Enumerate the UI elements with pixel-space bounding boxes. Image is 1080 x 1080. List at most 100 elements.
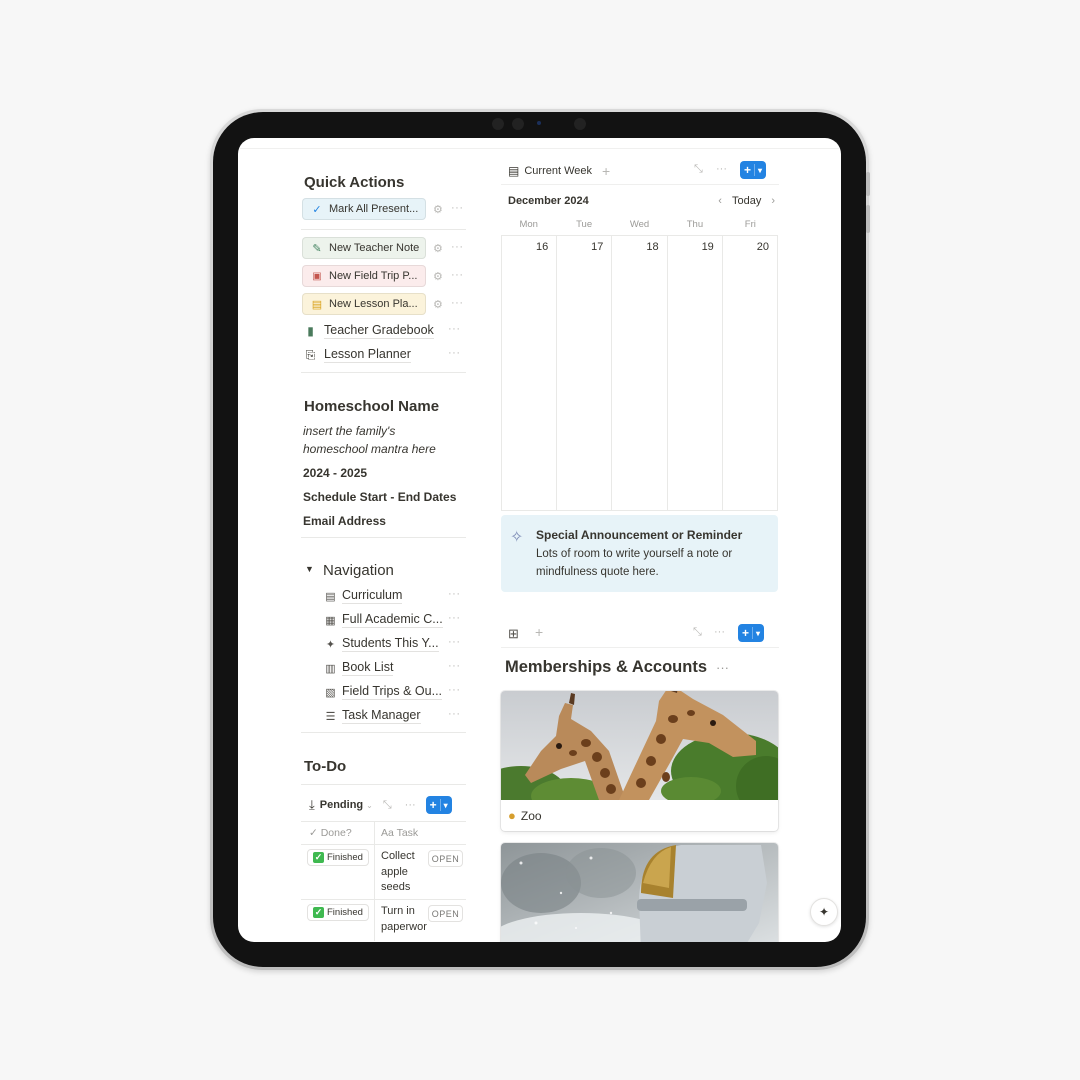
- new-lesson-plan-button[interactable]: ▤ New Lesson Pla...: [302, 293, 426, 315]
- elephant-icon: ●: [508, 808, 516, 823]
- nav-item-book-list[interactable]: ▥ Book List: [323, 660, 394, 676]
- add-view-icon[interactable]: +: [602, 163, 610, 179]
- gear-icon[interactable]: ⚙: [433, 203, 443, 216]
- add-view-icon[interactable]: +: [535, 624, 543, 640]
- calendar-day-cell[interactable]: 16: [502, 236, 558, 510]
- nav-item-academic-calendar[interactable]: ▦ Full Academic C...: [323, 612, 443, 628]
- sensor-dot: [512, 118, 524, 130]
- more-icon[interactable]: ···: [448, 588, 461, 600]
- calendar-nav: ‹ Today ›: [718, 195, 775, 207]
- more-icon[interactable]: ···: [448, 347, 461, 359]
- plus-icon: +: [744, 163, 752, 177]
- chevron-down-icon: ▾: [756, 628, 761, 638]
- row-divider: [301, 899, 466, 900]
- gear-icon[interactable]: ⚙: [433, 270, 443, 283]
- nav-label: Field Trips & Ou...: [342, 684, 443, 700]
- teacher-gradebook-link[interactable]: ▮ Teacher Gradebook: [303, 323, 434, 339]
- app-screen: Quick Actions ✓ Mark All Present... ⚙ ··…: [238, 138, 841, 942]
- expand-icon[interactable]: ⤡: [383, 799, 392, 812]
- more-icon[interactable]: ···: [716, 660, 729, 675]
- date-number: 16: [535, 241, 549, 253]
- nav-label: Book List: [342, 660, 394, 676]
- expand-icon[interactable]: ⤡: [693, 626, 702, 639]
- calendar-day-cell[interactable]: 18: [612, 236, 668, 510]
- toggle-triangle-icon[interactable]: ▼: [305, 564, 314, 574]
- todo-table-header: ✓ Done? Aa Task: [301, 821, 466, 845]
- more-icon[interactable]: ···: [448, 684, 461, 696]
- gallery-card[interactable]: [501, 843, 778, 942]
- nav-item-curriculum[interactable]: ▤ Curriculum: [323, 588, 403, 604]
- callout-title: Special Announcement or Reminder: [536, 528, 743, 542]
- more-icon[interactable]: ···: [448, 323, 461, 335]
- document-icon: ▤: [325, 590, 336, 603]
- more-icon[interactable]: ···: [448, 636, 461, 648]
- new-field-trip-button[interactable]: ▣ New Field Trip P...: [302, 265, 426, 287]
- more-icon[interactable]: ···: [451, 269, 464, 281]
- task-column-header[interactable]: Aa Task: [381, 827, 418, 839]
- gallery-card-zoo[interactable]: ● Zoo: [501, 691, 778, 831]
- task-title[interactable]: Turn in paperwor: [381, 904, 427, 935]
- field-trip-icon: ▧: [325, 686, 336, 699]
- homeschool-name-heading: Homeschool Name: [304, 398, 440, 415]
- status-badge[interactable]: ✓ Finished: [307, 904, 369, 921]
- new-todo-button[interactable]: + ▾: [425, 796, 452, 814]
- expand-icon[interactable]: ⤡: [694, 163, 703, 176]
- gallery-view-icon[interactable]: ⊞: [508, 626, 519, 642]
- more-icon[interactable]: ···: [451, 241, 464, 253]
- email-address: Email Address: [303, 514, 386, 528]
- quick-actions-heading: Quick Actions: [304, 174, 405, 191]
- next-week-icon[interactable]: ›: [771, 195, 775, 207]
- checkbox-icon: ✓: [313, 907, 324, 918]
- status-badge[interactable]: ✓ Finished: [307, 849, 369, 866]
- nav-label: Students This Y...: [342, 636, 439, 652]
- more-icon[interactable]: ···: [405, 799, 416, 811]
- more-icon[interactable]: ···: [716, 163, 727, 175]
- nav-label: Curriculum: [342, 588, 403, 604]
- more-icon[interactable]: ···: [714, 626, 725, 638]
- new-event-button[interactable]: + ▾: [740, 161, 767, 179]
- tab-current-week[interactable]: Current Week: [524, 165, 592, 177]
- calendar-day-cell[interactable]: 20: [723, 236, 777, 510]
- divider: [301, 372, 466, 373]
- nav-item-field-trips[interactable]: ▧ Field Trips & Ou...: [323, 684, 443, 700]
- mark-all-present-button[interactable]: ✓ Mark All Present...: [302, 198, 426, 220]
- callout-body: Lots of room to write yourself a note or…: [536, 548, 733, 578]
- navigation-heading[interactable]: Navigation: [323, 562, 394, 579]
- column-divider: [374, 821, 375, 941]
- divider: [301, 784, 466, 785]
- date-number: 20: [756, 241, 770, 253]
- check-icon: ✓: [309, 827, 321, 839]
- nav-item-students[interactable]: ✦ Students This Y...: [323, 636, 439, 652]
- new-membership-button[interactable]: + ▾: [738, 624, 765, 642]
- camera-lens: [537, 121, 541, 125]
- more-icon[interactable]: ···: [448, 612, 461, 624]
- gear-icon[interactable]: ⚙: [433, 242, 443, 255]
- view-selector[interactable]: Pending: [320, 799, 363, 811]
- link-label: Lesson Planner: [324, 347, 411, 363]
- gear-icon[interactable]: ⚙: [433, 298, 443, 311]
- volume-down-button: [866, 205, 870, 233]
- nav-item-task-manager[interactable]: ☰ Task Manager: [323, 708, 421, 724]
- volume-up-button: [866, 172, 870, 196]
- previous-week-icon[interactable]: ‹: [718, 195, 722, 207]
- weekday-label: Tue: [576, 219, 593, 230]
- chevron-down-icon[interactable]: ⌄: [366, 801, 373, 810]
- more-icon[interactable]: ···: [451, 202, 464, 214]
- download-icon: ⤓: [309, 797, 315, 812]
- more-icon[interactable]: ···: [448, 708, 461, 720]
- ai-assistant-button[interactable]: ✦: [810, 898, 838, 926]
- task-title[interactable]: Collect apple seeds: [381, 849, 425, 896]
- done-column-header[interactable]: ✓ Done?: [309, 827, 352, 839]
- calendar-day-cell[interactable]: 17: [557, 236, 613, 510]
- open-button[interactable]: OPEN: [428, 850, 463, 867]
- new-teacher-note-button[interactable]: ✎ New Teacher Note: [302, 237, 426, 259]
- more-icon[interactable]: ···: [451, 297, 464, 309]
- books-icon: ▥: [325, 662, 336, 675]
- open-button[interactable]: OPEN: [428, 905, 463, 922]
- lesson-planner-link[interactable]: ⎘ Lesson Planner: [303, 347, 411, 363]
- today-button[interactable]: Today: [732, 195, 761, 207]
- check-icon: ✓: [312, 203, 322, 216]
- plus-icon: +: [742, 626, 750, 640]
- calendar-day-cell[interactable]: 19: [668, 236, 723, 510]
- more-icon[interactable]: ···: [448, 660, 461, 672]
